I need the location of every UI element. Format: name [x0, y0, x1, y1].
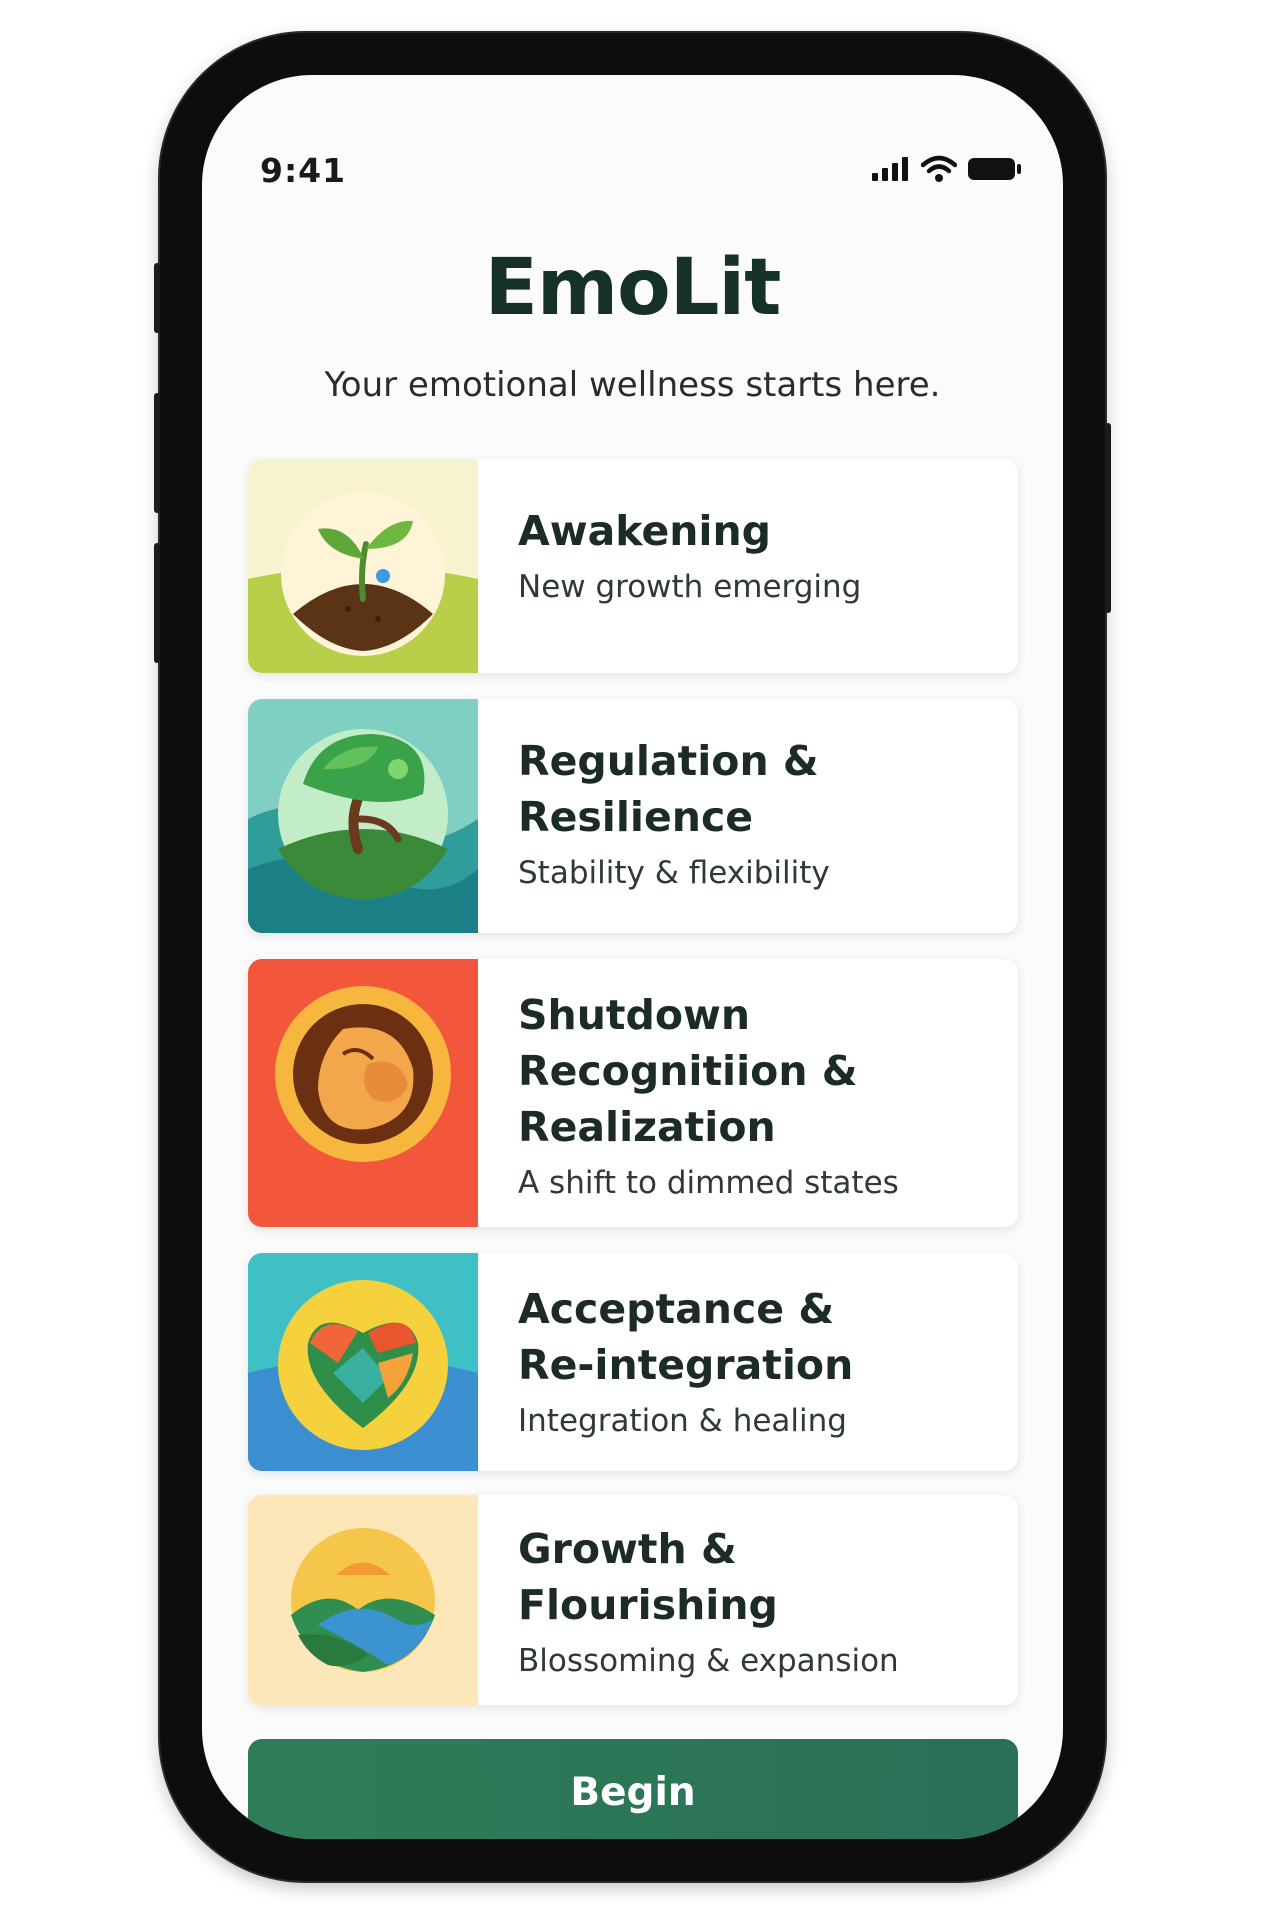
stage-text-growth: Growth & Flourishing Blossoming & expans… — [518, 1521, 998, 1685]
stage-card-regulation[interactable]: Regulation & Resilience Stability & flex… — [248, 699, 1018, 933]
volume-down-button — [154, 543, 160, 663]
stage-art-regulation — [248, 699, 478, 933]
stage-art-awakening — [248, 459, 478, 673]
stage-title: Regulation & Resilience — [518, 737, 819, 841]
stage-art-shutdown — [248, 959, 478, 1227]
stage-art-acceptance — [248, 1253, 478, 1471]
stage-title: Shutdown Recognitiion & Realization — [518, 991, 858, 1151]
wifi-icon — [921, 155, 957, 182]
phone-frame: 9:41 EmoLit Your emotional wellness star… — [154, 33, 1111, 1881]
stage-title: Acceptance & Re-integration — [518, 1285, 854, 1389]
stage-card-acceptance[interactable]: Acceptance & Re-integration Integration … — [248, 1253, 1018, 1471]
status-icons — [871, 155, 1023, 183]
begin-button[interactable]: Begin — [248, 1739, 1018, 1839]
power-button — [1105, 423, 1111, 613]
signal-bars-icon — [872, 157, 908, 181]
tree-icon — [248, 699, 478, 933]
stage-text-acceptance: Acceptance & Re-integration Integration … — [518, 1281, 998, 1445]
sunrise-mountain-icon — [248, 1495, 478, 1705]
stage-description: A shift to dimmed states — [518, 1165, 899, 1201]
stage-description: Stability & flexibility — [518, 855, 830, 891]
app-screen: 9:41 EmoLit Your emotional wellness star… — [202, 75, 1063, 1839]
stage-card-shutdown[interactable]: Shutdown Recognitiion & Realization A sh… — [248, 959, 1018, 1227]
app-title: EmoLit — [484, 243, 782, 333]
stage-art-growth — [248, 1495, 478, 1705]
stage-description: Integration & healing — [518, 1403, 847, 1439]
stage-card-awakening[interactable]: Awakening New growth emerging — [248, 459, 1018, 673]
heart-icon — [248, 1253, 478, 1471]
stage-title: Awakening — [518, 507, 772, 555]
mute-switch — [154, 263, 160, 333]
app-subtitle: Your emotional wellness starts here. — [324, 365, 941, 405]
stage-text-shutdown: Shutdown Recognitiion & Realization A sh… — [518, 987, 998, 1207]
battery-icon — [968, 158, 1021, 180]
curled-figure-icon — [248, 959, 478, 1227]
volume-up-button — [154, 393, 160, 513]
stage-description: Blossoming & expansion — [518, 1643, 899, 1679]
sprout-icon — [248, 459, 478, 673]
stage-text-regulation: Regulation & Resilience Stability & flex… — [518, 733, 998, 897]
status-time: 9:41 — [260, 151, 347, 190]
stage-text-awakening: Awakening New growth emerging — [518, 503, 998, 611]
stage-card-growth[interactable]: Growth & Flourishing Blossoming & expans… — [248, 1495, 1018, 1705]
stage-description: New growth emerging — [518, 569, 862, 605]
status-bar: 9:41 — [202, 75, 1063, 190]
stage-title: Growth & Flourishing — [518, 1525, 778, 1629]
